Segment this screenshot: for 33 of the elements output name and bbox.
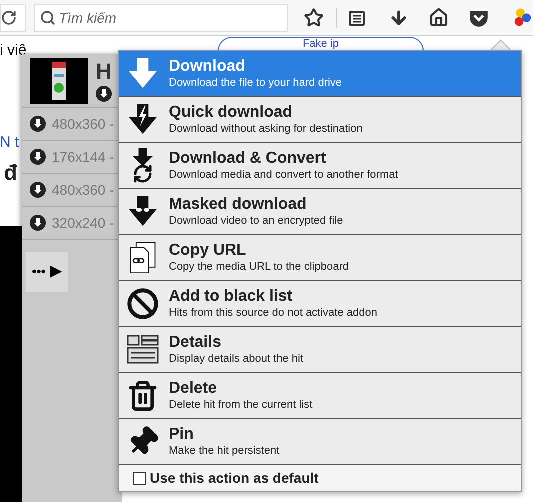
download-circle-icon <box>30 149 46 165</box>
menu-item[interactable]: Masked download Download video to an encrypted file <box>119 189 521 235</box>
home-icon[interactable] <box>429 8 449 28</box>
prohibited-icon <box>125 286 161 322</box>
download-circle-icon <box>30 215 46 231</box>
page-heading: đ <box>4 159 18 187</box>
default-action-checkbox[interactable]: Use this action as default <box>119 465 521 491</box>
reload-icon <box>1 10 17 26</box>
menu-item[interactable]: Download & Convert Download media and convert to another format <box>119 143 521 189</box>
colored-dots-icon[interactable] <box>513 8 533 28</box>
search-icon <box>40 10 56 26</box>
details-icon <box>127 334 159 366</box>
masked-arrow-icon <box>127 196 159 228</box>
download-circle-icon <box>30 182 46 198</box>
search-field[interactable]: Tìm kiếm <box>34 4 288 32</box>
download-circle-icon <box>30 116 46 132</box>
download-circle-icon <box>96 86 112 102</box>
page-link[interactable]: N t <box>0 132 20 154</box>
play-button[interactable]: ▶ <box>50 260 62 284</box>
reload-button[interactable] <box>0 4 26 32</box>
bookmark-star-icon[interactable] <box>304 8 324 28</box>
menu-item[interactable]: Delete Delete hit from the current list <box>119 373 521 419</box>
reading-list-icon[interactable] <box>349 10 365 26</box>
menu-item[interactable]: Add to black list Hits from this source do not activate addon <box>119 281 521 327</box>
lightning-arrow-icon <box>127 104 159 136</box>
menu-item[interactable]: Details Display details about the hit <box>119 327 521 373</box>
media-title: H <box>96 58 112 86</box>
menu-item[interactable]: Copy URL Copy the media URL to the clipboard <box>119 235 521 281</box>
downloads-icon[interactable] <box>389 8 409 28</box>
menu-item[interactable]: Download Download the file to your hard drive <box>119 51 521 97</box>
menu-item[interactable]: Quick download Download without asking for destination <box>119 97 521 143</box>
menu-item[interactable]: Pin Make the hit persistent <box>119 419 521 465</box>
more-button[interactable]: ••• <box>32 262 46 282</box>
